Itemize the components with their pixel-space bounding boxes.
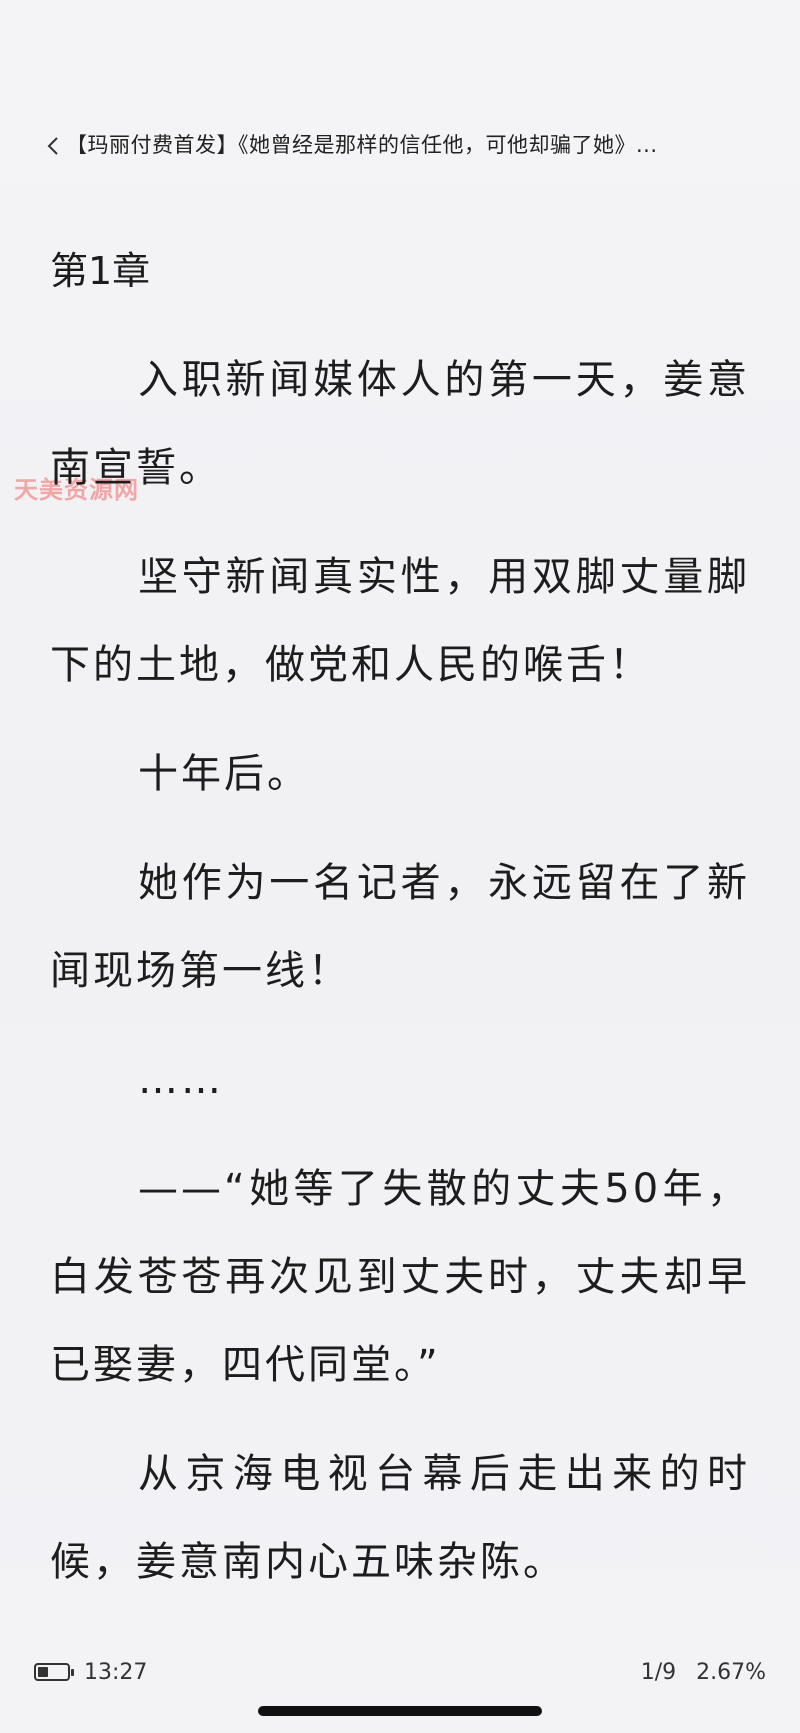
- chapter-content[interactable]: 入职新闻媒体人的第一天，姜意南宣誓。 坚守新闻真实性，用双脚丈量脚下的土地，做党…: [50, 336, 750, 1627]
- paragraph: 她作为一名记者，永远留在了新闻现场第一线！: [50, 860, 750, 994]
- page-indicator: 1/9: [640, 1659, 677, 1685]
- paragraph: 十年后。: [138, 751, 310, 797]
- paragraph: ——“她等了失散的丈夫50年，白发苍苍再次见到丈夫时，丈夫却早已娶妻，四代同堂。…: [50, 1166, 750, 1388]
- battery-icon: [34, 1663, 74, 1681]
- battery-fill: [38, 1667, 48, 1677]
- book-title[interactable]: 【玛丽付费首发】《她曾经是那样的信任他，可他却骗了她》...: [66, 129, 658, 159]
- chapter-title: 第1章: [50, 249, 151, 293]
- clock-time: 13:27: [84, 1659, 148, 1685]
- reader-status-bar: 13:27 1/9 2.67%: [34, 1654, 766, 1690]
- paragraph: 从京海电视台幕后走出来的时候，姜意南内心五味杂陈。: [50, 1451, 750, 1585]
- paragraph: ……: [138, 1057, 224, 1103]
- chevron-left-icon[interactable]: [44, 130, 66, 158]
- reader-header: 【玛丽付费首发】《她曾经是那样的信任他，可他却骗了她》...: [44, 126, 756, 162]
- paragraph: 坚守新闻真实性，用双脚丈量脚下的土地，做党和人民的喉舌！: [50, 554, 750, 688]
- reading-progress: 2.67%: [696, 1659, 766, 1685]
- paragraph: 入职新闻媒体人的第一天，姜意南宣誓。: [50, 357, 750, 491]
- home-indicator[interactable]: [258, 1706, 542, 1716]
